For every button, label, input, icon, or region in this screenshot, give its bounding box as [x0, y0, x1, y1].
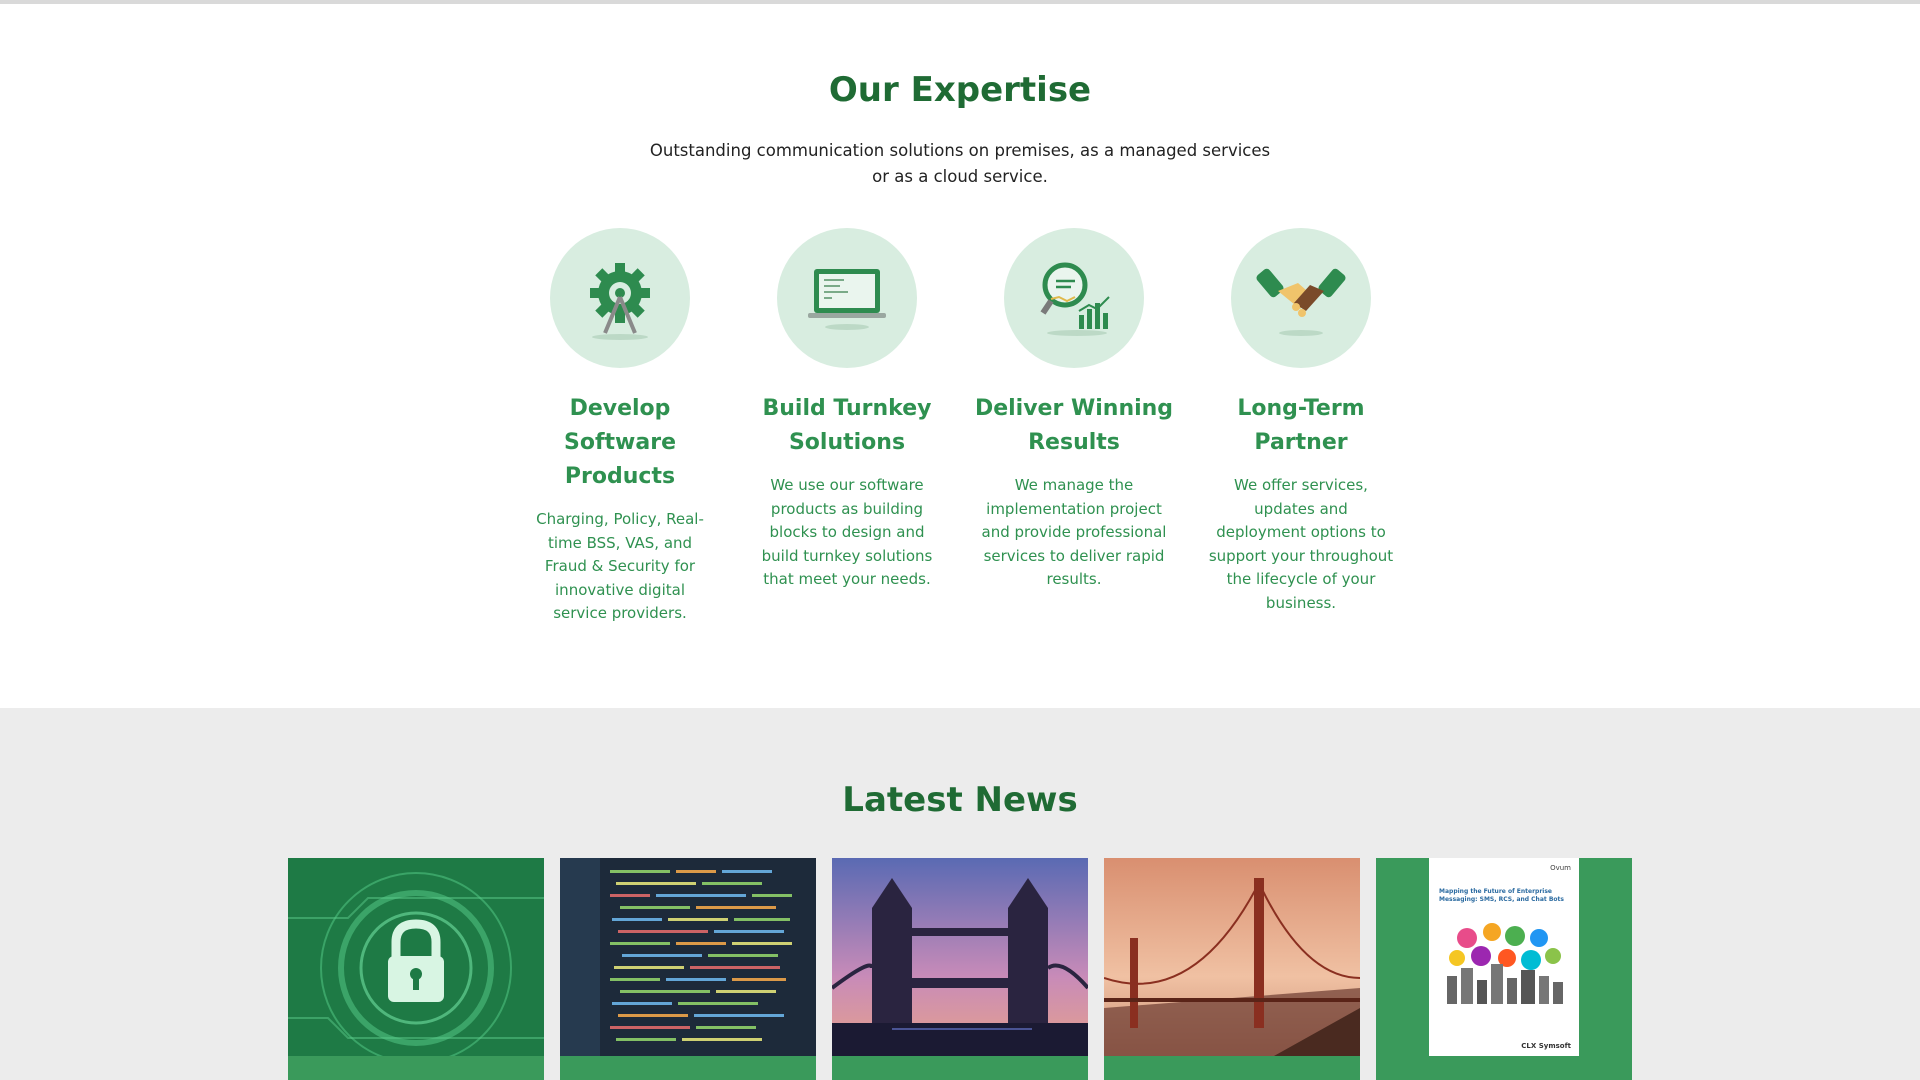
- expertise-card-build[interactable]: Build Turnkey Solutions We use our softw…: [747, 228, 947, 592]
- magnifier-chart-icon: [1004, 228, 1144, 368]
- cover-logos: CLX Symsoft: [1521, 1042, 1571, 1050]
- cover-brand: Ovum: [1550, 864, 1571, 872]
- handshake-icon: [1231, 228, 1371, 368]
- news-card[interactable]: [1104, 858, 1360, 1080]
- source-code-image: [560, 858, 816, 1056]
- ovum-report-cover-image: Ovum Mapping the Future of Enterprise Me…: [1429, 858, 1579, 1056]
- expertise-section: Our Expertise Outstanding communication …: [0, 4, 1920, 708]
- card-text: Charging, Policy, Real-time BSS, VAS, an…: [536, 510, 704, 622]
- security-lock-image: [288, 858, 544, 1056]
- latest-news-section: Latest News Ovum Mapping the Future of E…: [0, 708, 1920, 1080]
- card-text: We use our software products as building…: [761, 476, 933, 588]
- expertise-card-partner[interactable]: Long-Term Partner We offer services, upd…: [1201, 228, 1401, 615]
- card-title: Develop Software Products: [564, 396, 676, 489]
- tower-bridge-image: [832, 858, 1088, 1056]
- news-card[interactable]: [560, 858, 816, 1080]
- golden-gate-bridge-image: [1104, 858, 1360, 1056]
- news-card[interactable]: Ovum Mapping the Future of Enterprise Me…: [1376, 858, 1632, 1080]
- gear-compass-icon: [550, 228, 690, 368]
- card-text: We manage the implementation project and…: [981, 476, 1167, 588]
- expertise-card-deliver[interactable]: Deliver Winning Results We manage the im…: [974, 228, 1174, 592]
- section-subtitle: Outstanding communication solutions on p…: [649, 141, 1271, 186]
- card-text: We offer services, updates and deploymen…: [1208, 476, 1394, 612]
- section-title: Our Expertise: [828, 70, 1092, 110]
- card-title: Deliver Winning Results: [974, 396, 1174, 455]
- laptop-code-icon: [777, 228, 917, 368]
- news-card[interactable]: [288, 858, 544, 1080]
- expertise-card-develop[interactable]: Develop Software Products Charging, Poli…: [520, 228, 720, 626]
- card-title: Build Turnkey Solutions: [762, 396, 932, 455]
- card-title: Long-Term Partner: [1237, 396, 1365, 455]
- section-title: Latest News: [842, 780, 1078, 820]
- cover-title: Mapping the Future of Enterprise Messagi…: [1439, 888, 1564, 903]
- news-card[interactable]: [832, 858, 1088, 1080]
- cover-illustration: [1447, 923, 1563, 1004]
